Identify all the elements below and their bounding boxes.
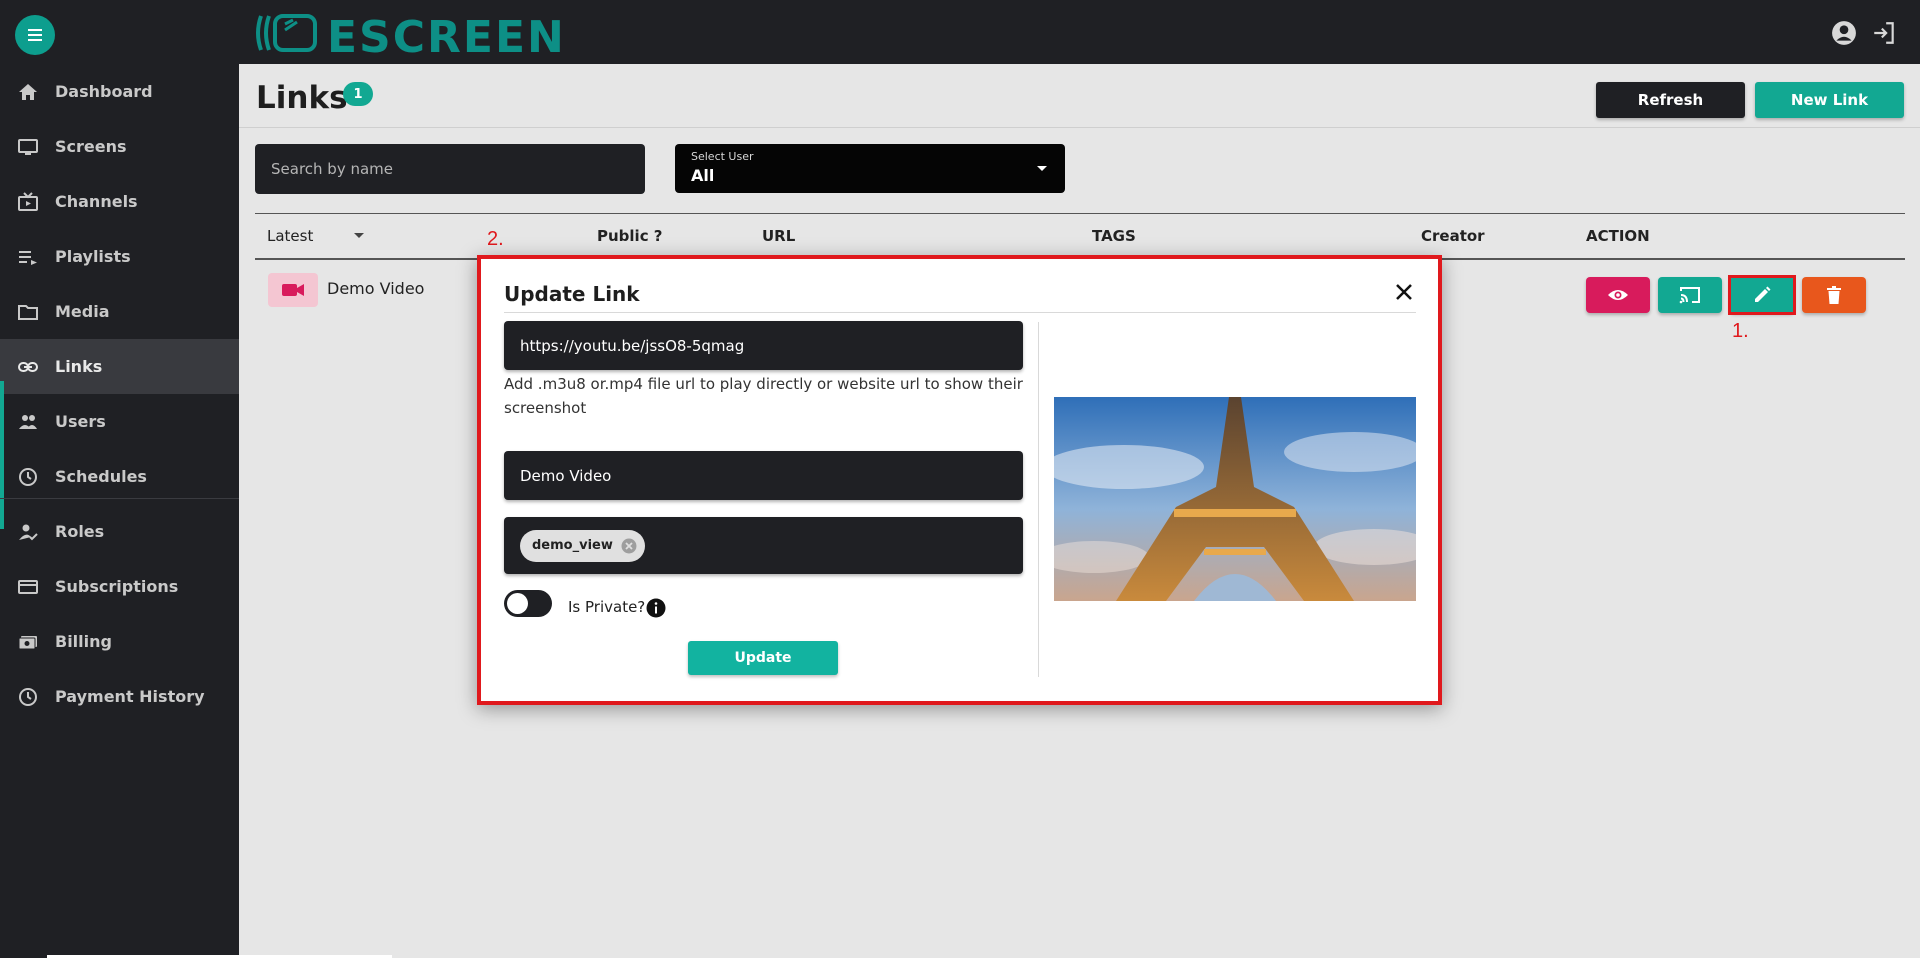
sidebar-item-billing[interactable]: Billing	[0, 614, 239, 669]
sidebar-item-label: Channels	[55, 192, 138, 211]
sidebar-item-roles[interactable]: Roles	[0, 504, 239, 559]
column-header-creator: Creator	[1421, 227, 1485, 245]
delete-button[interactable]	[1802, 277, 1866, 313]
info-icon[interactable]	[646, 598, 666, 618]
caret-down-icon	[1037, 166, 1047, 171]
update-button[interactable]: Update	[688, 641, 838, 675]
users-icon	[19, 414, 37, 429]
sidebar-divider	[0, 498, 239, 499]
tag-chip-label: demo_view	[532, 538, 613, 553]
cast-icon	[1679, 287, 1700, 304]
annotation-step-1: 1.	[1732, 320, 1749, 342]
sidebar-item-label: Roles	[55, 522, 105, 541]
name-field	[504, 451, 1023, 500]
search-box	[255, 144, 645, 194]
column-header-tags: TAGS	[1092, 227, 1136, 245]
tv-icon	[18, 191, 38, 211]
sidebar-item-label: Playlists	[55, 247, 131, 266]
new-link-button[interactable]: New Link	[1755, 82, 1904, 118]
edit-button[interactable]	[1730, 277, 1794, 313]
video-thumbnail	[268, 273, 318, 307]
modal-title: Update Link	[504, 282, 640, 306]
page-title: Links	[256, 80, 348, 116]
modal-column-divider	[1038, 322, 1039, 677]
escreen-logo: ESCREEN	[256, 12, 566, 58]
count-badge: 1	[343, 82, 373, 106]
sidebar-item-label: Billing	[55, 632, 112, 651]
trash-icon	[1827, 286, 1841, 304]
user-check-icon	[19, 524, 38, 540]
header-divider	[239, 127, 1920, 128]
sidebar-item-screens[interactable]: Screens	[0, 119, 239, 174]
sidebar-item-label: Users	[55, 412, 106, 431]
logo-text: ESCREEN	[327, 12, 566, 58]
remove-tag-icon[interactable]	[621, 538, 637, 554]
name-input[interactable]	[520, 466, 1007, 485]
link-icon	[18, 361, 38, 372]
private-toggle[interactable]	[504, 590, 552, 617]
toggle-knob	[507, 593, 528, 614]
sidebar-item-schedules[interactable]: Schedules	[0, 449, 239, 504]
sidebar-item-media[interactable]: Media	[0, 284, 239, 339]
video-camera-icon	[282, 284, 304, 296]
sidebar-item-payment-history[interactable]: Payment History	[0, 669, 239, 724]
sidebar-item-links[interactable]: Links	[0, 339, 239, 394]
sidebar-accent-strip	[0, 381, 4, 529]
sidebar-item-users[interactable]: Users	[0, 394, 239, 449]
link-preview-image	[1054, 397, 1416, 601]
tag-chip: demo_view	[520, 529, 645, 562]
account-icon[interactable]	[1831, 20, 1857, 46]
sort-select[interactable]: Latest	[267, 227, 313, 245]
user-select-label: Select User	[691, 150, 754, 163]
caret-down-icon[interactable]	[354, 233, 364, 238]
column-header-public: Public ?	[597, 227, 663, 245]
sidebar-item-label: Dashboard	[55, 82, 153, 101]
top-bar: ESCREEN	[0, 0, 1920, 64]
sidebar-item-label: Media	[55, 302, 110, 321]
search-input[interactable]	[271, 160, 629, 178]
folder-icon	[18, 304, 38, 320]
home-icon	[19, 83, 37, 100]
hamburger-icon	[28, 29, 42, 41]
view-button[interactable]	[1586, 277, 1650, 313]
sidebar-item-label: Screens	[55, 137, 127, 156]
sidebar-item-channels[interactable]: Channels	[0, 174, 239, 229]
logout-icon[interactable]	[1871, 20, 1897, 46]
table-top-divider	[255, 213, 1905, 214]
column-header-url: URL	[762, 227, 796, 245]
history-icon	[19, 687, 37, 706]
sidebar: Dashboard Screens Channels Playlists Med…	[0, 64, 239, 958]
sidebar-item-playlists[interactable]: Playlists	[0, 229, 239, 284]
url-helper-text: Add .m3u8 or.mp4 file url to play direct…	[504, 375, 1023, 417]
sidebar-item-label: Links	[55, 357, 103, 376]
menu-toggle-button[interactable]	[15, 15, 55, 55]
user-select[interactable]: Select User All	[675, 144, 1065, 193]
row-name[interactable]: Demo Video	[327, 279, 424, 298]
annotation-step-2: 2.	[487, 228, 504, 250]
sidebar-item-subscriptions[interactable]: Subscriptions	[0, 559, 239, 614]
sidebar-item-dashboard[interactable]: Dashboard	[0, 64, 239, 119]
playlist-icon	[19, 250, 37, 265]
clock-icon	[19, 467, 37, 486]
sidebar-item-label: Subscriptions	[55, 577, 179, 596]
url-input[interactable]	[520, 336, 1007, 355]
tags-field[interactable]: demo_view	[504, 517, 1023, 574]
cast-button[interactable]	[1658, 277, 1722, 313]
refresh-button[interactable]: Refresh	[1596, 82, 1745, 118]
close-icon[interactable]	[1392, 280, 1416, 304]
user-select-value: All	[691, 166, 715, 185]
eye-icon	[1608, 290, 1628, 300]
sidebar-item-label: Payment History	[55, 687, 205, 706]
sidebar-item-label: Schedules	[55, 467, 147, 486]
monitor-icon	[18, 138, 38, 155]
modal-title-divider	[504, 312, 1416, 313]
pencil-icon	[1755, 286, 1771, 302]
column-header-action: ACTION	[1586, 227, 1650, 245]
card-icon	[18, 579, 38, 594]
billing-icon	[18, 635, 37, 649]
private-label: Is Private?	[568, 598, 646, 616]
url-field	[504, 321, 1023, 370]
